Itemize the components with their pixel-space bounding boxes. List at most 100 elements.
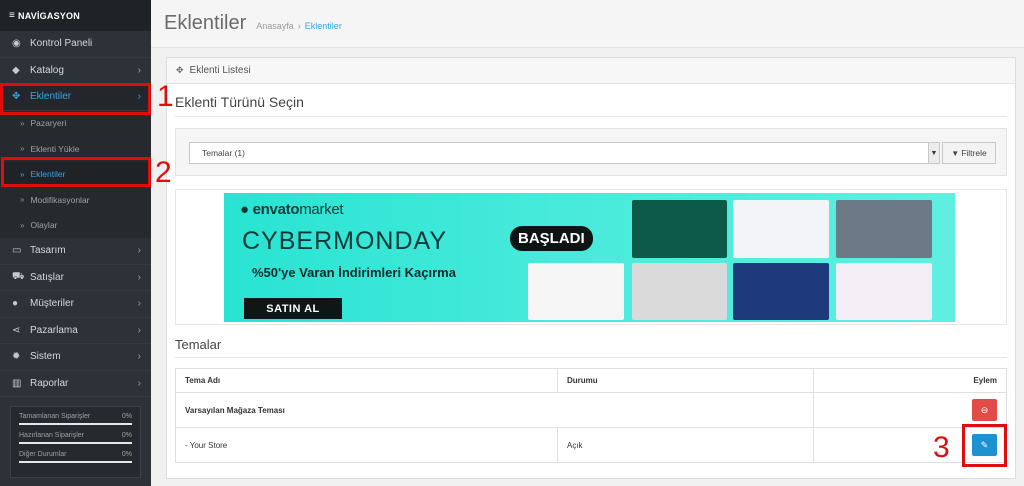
share-icon: ⋖ bbox=[12, 324, 21, 336]
envato-logo: ● envatomarket bbox=[240, 201, 344, 218]
double-chevron-icon: » bbox=[20, 220, 25, 230]
submenu-label: Eklenti Yükle bbox=[30, 143, 80, 154]
breadcrumb-current[interactable]: Eklentiler bbox=[305, 21, 342, 31]
sidebar-item-label: Tasarım bbox=[30, 245, 66, 257]
stat-value: 0% bbox=[121, 413, 132, 420]
sidebar-item-label: Satışlar bbox=[30, 271, 64, 283]
panel-heading-label: Eklenti Listesi bbox=[189, 65, 251, 76]
annotation-number-3: 3 bbox=[933, 431, 950, 464]
table-row: Varsayılan Mağaza Teması ⊖ bbox=[175, 392, 1007, 428]
sidebar-item-design[interactable]: ▭ Tasarım › bbox=[0, 238, 151, 265]
minus-circle-icon: ⊖ bbox=[980, 404, 989, 415]
monitor-icon: ▭ bbox=[12, 245, 22, 257]
sidebar-item-label: Sistem bbox=[30, 351, 61, 363]
submenu-label: Pazaryeri bbox=[30, 118, 67, 129]
brand-name: envato bbox=[252, 201, 300, 218]
annotation-box-2 bbox=[1, 157, 151, 187]
dashboard-icon: ◉ bbox=[12, 38, 21, 50]
sidebar-item-reports[interactable]: ▥ Raporlar › bbox=[0, 371, 151, 397]
breadcrumb-home[interactable]: Anasayfa bbox=[256, 21, 294, 31]
themes-table: Tema Adı Durumu Eylem Varsayılan Mağaza … bbox=[175, 368, 1007, 463]
tag-icon: ◆ bbox=[12, 64, 20, 76]
page-title: Eklentiler bbox=[164, 12, 247, 34]
theme-group-name: Varsayılan Mağaza Teması bbox=[175, 392, 814, 428]
themes-section-title: Temalar bbox=[175, 337, 222, 352]
stat-completed: Tamamlanan Siparişler 0% bbox=[19, 413, 132, 425]
sidebar-item-sales[interactable]: ⛟ Satışlar › bbox=[0, 265, 151, 291]
caret-down-icon[interactable]: ▼ bbox=[928, 143, 939, 163]
double-chevron-icon: » bbox=[20, 144, 25, 154]
uninstall-button[interactable]: ⊖ bbox=[972, 399, 997, 421]
stat-value: 0% bbox=[121, 432, 132, 439]
filter-well: Temalar (1) ▼ ▼ Filtrele bbox=[175, 128, 1007, 176]
extension-list-panel: ✥ Eklenti Listesi Eklenti Türünü Seçin T… bbox=[166, 57, 1016, 479]
sidebar-item-label: Kontrol Paneli bbox=[30, 38, 93, 50]
column-header-status: Durumu bbox=[557, 368, 814, 393]
sidebar-item-marketing[interactable]: ⋖ Pazarlama › bbox=[0, 318, 151, 344]
sidebar-item-customers[interactable]: ● Müşteriler › bbox=[0, 291, 151, 318]
brand-suffix: market bbox=[299, 201, 344, 218]
chevron-right-icon: › bbox=[137, 271, 141, 283]
sidebar-item-dashboard[interactable]: ◉ Kontrol Paneli bbox=[0, 31, 151, 58]
double-chevron-icon: » bbox=[20, 195, 25, 205]
sidebar-item-catalog[interactable]: ◆ Katalog › bbox=[0, 58, 151, 84]
stat-label: Diğer Durumlar bbox=[19, 451, 67, 458]
sidebar-item-system[interactable]: ✹ Sistem › bbox=[0, 344, 151, 371]
breadcrumb: Anasayfa › Eklentiler bbox=[256, 21, 342, 31]
main-content: Eklentiler Anasayfa › Eklentiler ✥ Eklenti… bbox=[151, 0, 1024, 486]
theme-thumbnail bbox=[733, 200, 829, 258]
theme-thumbnail bbox=[733, 263, 829, 320]
sidebar-item-label: Raporlar bbox=[30, 377, 69, 389]
banner-badge: BAŞLADI bbox=[510, 226, 593, 251]
theme-thumbnail bbox=[632, 200, 727, 258]
select-value: Temalar (1) bbox=[202, 148, 245, 158]
submenu-item-events[interactable]: » Olaylar bbox=[0, 213, 151, 239]
chevron-right-icon: › bbox=[137, 351, 141, 363]
cog-icon: ✹ bbox=[12, 351, 21, 363]
stat-processing: Hazırlanan Siparişler 0% bbox=[19, 432, 132, 444]
stat-other: Diğer Durumlar 0% bbox=[19, 451, 132, 463]
column-header-action: Eylem bbox=[813, 368, 1007, 393]
table-row: - Your Store Açık ✎ bbox=[175, 427, 1007, 463]
filter-button-label: Filtrele bbox=[961, 148, 987, 158]
theme-thumbnail bbox=[836, 200, 932, 258]
stat-progress-bar bbox=[19, 423, 132, 425]
stat-progress-bar bbox=[19, 442, 132, 444]
sidebar-item-label: Katalog bbox=[30, 64, 64, 76]
stat-label: Tamamlanan Siparişler bbox=[19, 413, 91, 420]
bar-chart-icon: ▥ bbox=[12, 377, 22, 389]
divider bbox=[175, 116, 1007, 117]
logo-leaf-icon: ● bbox=[240, 201, 253, 218]
sidebar-item-label: Müşteriler bbox=[30, 298, 74, 310]
chevron-right-icon: › bbox=[137, 245, 141, 257]
chevron-right-icon: › bbox=[137, 298, 141, 310]
extension-type-select[interactable]: Temalar (1) ▼ bbox=[189, 142, 940, 164]
stat-label: Hazırlanan Siparişler bbox=[19, 432, 84, 439]
submenu-item-modifications[interactable]: » Modifikasyonlar bbox=[0, 187, 151, 213]
stat-value: 0% bbox=[121, 451, 132, 458]
order-stats: Tamamlanan Siparişler 0% Hazırlanan Sipar… bbox=[10, 406, 141, 478]
banner-promo-text: %50'ye Varan İndirimleri Kaçırma bbox=[252, 265, 456, 280]
nav-header-label: NAVİGASYON bbox=[18, 10, 80, 21]
sidebar-item-label: Pazarlama bbox=[30, 324, 78, 336]
panel-heading: ✥ Eklenti Listesi bbox=[167, 58, 1015, 84]
nav-header[interactable]: ≡ NAVİGASYON bbox=[0, 0, 151, 31]
puzzle-icon: ✥ bbox=[176, 65, 184, 75]
action-cell: ⊖ bbox=[813, 392, 1007, 428]
promo-banner[interactable]: ● envatomarket CYBERMONDAY BAŞLADI %50'y… bbox=[224, 193, 955, 322]
submenu-label: Olaylar bbox=[30, 220, 58, 231]
sidebar: ≡ NAVİGASYON ◉ Kontrol Paneli ◆ Katalog … bbox=[0, 0, 151, 486]
theme-thumbnail bbox=[632, 263, 727, 320]
annotation-number-1: 1 bbox=[157, 80, 174, 113]
buy-now-button[interactable]: SATIN AL bbox=[244, 298, 342, 319]
table-header-row: Tema Adı Durumu Eylem bbox=[175, 368, 1007, 393]
double-chevron-icon: » bbox=[20, 118, 25, 128]
chevron-right-icon: › bbox=[137, 324, 141, 336]
banner-container: ● envatomarket CYBERMONDAY BAŞLADI %50'y… bbox=[175, 189, 1007, 325]
hamburger-icon: ≡ bbox=[9, 10, 16, 21]
user-icon: ● bbox=[12, 298, 19, 310]
chevron-right-icon: › bbox=[137, 64, 141, 76]
cart-icon: ⛟ bbox=[12, 270, 25, 282]
filter-button[interactable]: ▼ Filtrele bbox=[942, 142, 996, 164]
chevron-right-icon: › bbox=[137, 377, 141, 389]
